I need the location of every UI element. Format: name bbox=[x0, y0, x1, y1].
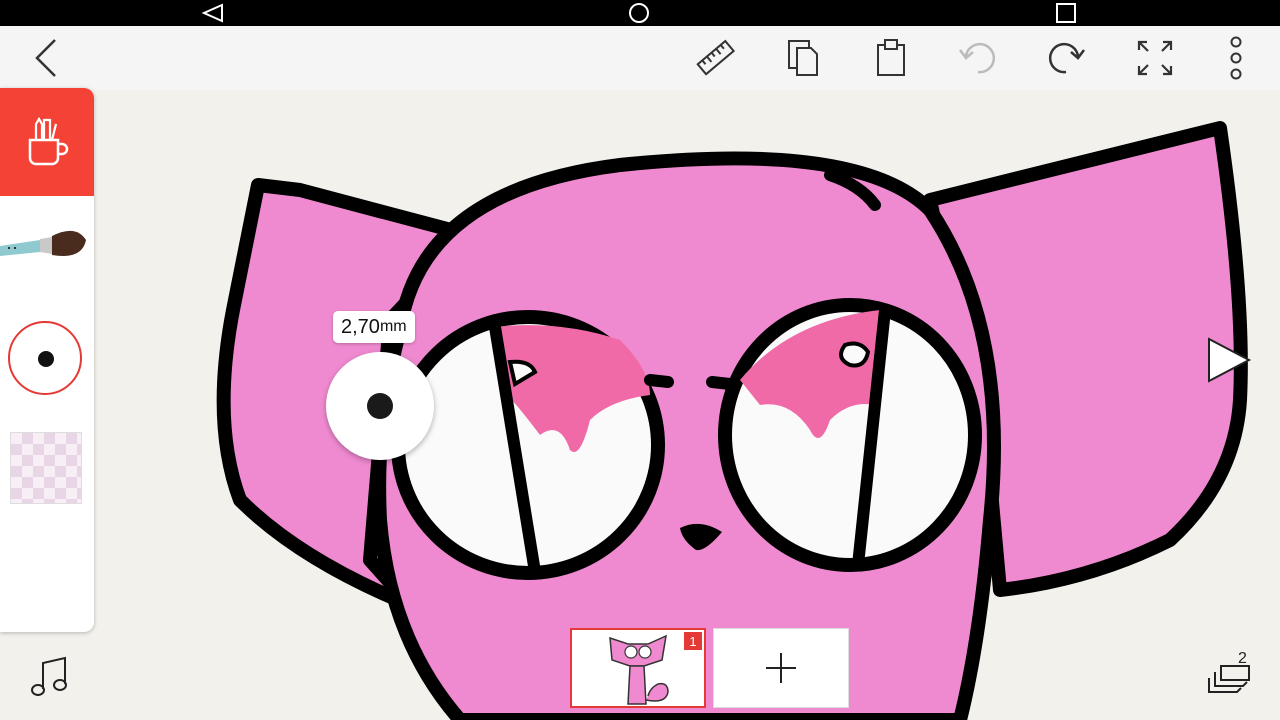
play-icon[interactable] bbox=[1205, 336, 1253, 384]
app-toolbar bbox=[0, 26, 1280, 90]
copy-icon bbox=[788, 40, 818, 76]
brush-tool-button[interactable] bbox=[0, 206, 94, 276]
home-circle-icon[interactable] bbox=[628, 3, 650, 25]
paste-button[interactable] bbox=[863, 26, 919, 90]
more-button[interactable] bbox=[1208, 26, 1264, 90]
recents-square-icon[interactable] bbox=[1055, 3, 1077, 25]
pencil-cup-icon bbox=[28, 116, 69, 166]
left-tool-panel bbox=[0, 88, 94, 632]
brush-size-slider-handle[interactable] bbox=[326, 352, 434, 460]
plus-icon bbox=[766, 653, 796, 683]
brush-size-unit: mm bbox=[379, 318, 407, 335]
music-note-icon[interactable] bbox=[30, 655, 70, 699]
back-chevron-icon bbox=[35, 39, 56, 77]
timeline-frame[interactable]: 1 bbox=[570, 628, 706, 708]
ruler-icon bbox=[696, 39, 736, 76]
frame-number-badge: 1 bbox=[684, 632, 702, 650]
system-nav-bar bbox=[0, 0, 1280, 26]
brush-size-value: 2,70 bbox=[341, 315, 380, 338]
paintbrush-icon bbox=[0, 230, 86, 256]
tools-button[interactable] bbox=[0, 88, 94, 196]
redo-icon bbox=[1048, 42, 1085, 74]
brush-size-button[interactable] bbox=[8, 321, 82, 395]
fullscreen-button[interactable] bbox=[1127, 26, 1183, 90]
copy-button[interactable] bbox=[776, 26, 832, 90]
color-picker-button[interactable] bbox=[10, 432, 82, 504]
drawing-canvas[interactable] bbox=[0, 0, 1280, 720]
back-button[interactable] bbox=[18, 26, 74, 90]
brush-size-label: 2,70 mm bbox=[333, 311, 415, 343]
back-triangle-icon[interactable] bbox=[200, 3, 226, 23]
layers-count: 2 bbox=[1238, 650, 1247, 667]
more-vertical-icon bbox=[1230, 36, 1242, 80]
add-frame-button[interactable] bbox=[713, 628, 849, 708]
left-eye bbox=[391, 310, 674, 580]
ruler-button[interactable] bbox=[688, 26, 744, 90]
layers-button[interactable]: 2 bbox=[1205, 650, 1251, 703]
redo-button[interactable] bbox=[1038, 26, 1094, 90]
right-eye bbox=[706, 298, 982, 572]
paste-icon bbox=[877, 39, 905, 76]
fullscreen-icon bbox=[1137, 40, 1173, 76]
undo-button[interactable] bbox=[950, 26, 1006, 90]
undo-icon bbox=[959, 42, 996, 74]
